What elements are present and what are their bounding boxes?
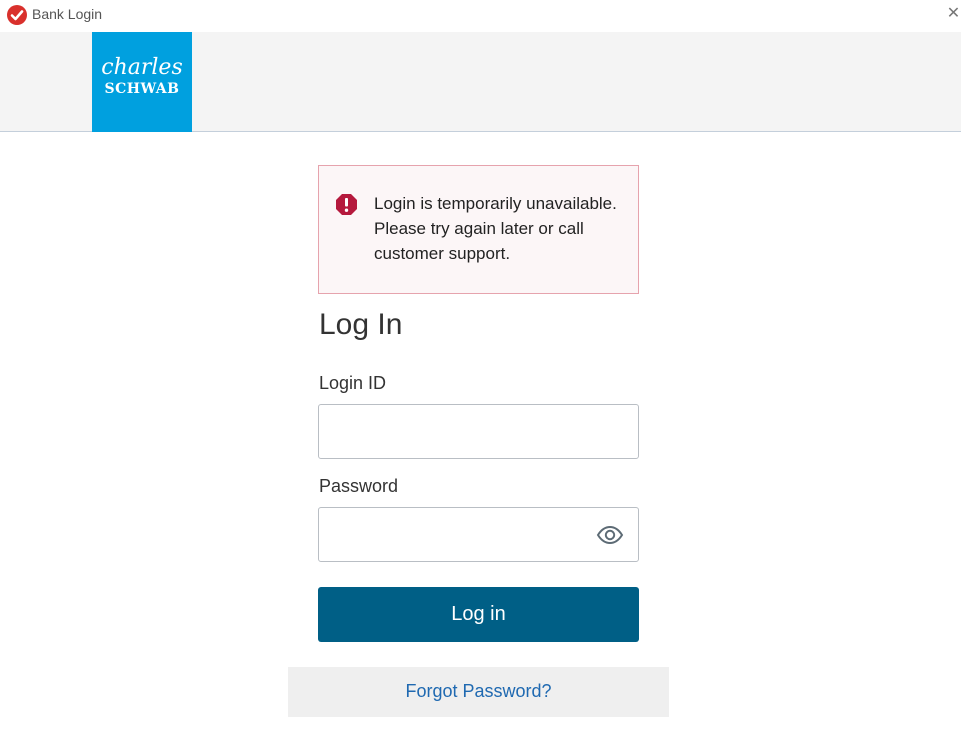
forgot-password-link[interactable]: Forgot Password? [288,681,669,702]
window-title: Bank Login [32,6,103,22]
window-titlebar: Bank Login ✕ [0,0,961,31]
alert-message: Login is temporarily unavailable. Please… [374,194,617,263]
logo-text-schwab: SCHWAB [104,81,180,97]
charles-schwab-logo: charles SCHWAB [92,32,192,132]
logo-text-charles: charles [101,55,183,80]
password-label: Password [319,476,399,496]
log-in-button[interactable]: Log in [318,587,639,642]
password-input[interactable] [318,507,639,562]
forgot-password-bar: Forgot Password? [288,667,669,717]
login-id-input[interactable] [318,404,639,459]
page-title: Log In [319,308,403,341]
page-header: charles SCHWAB [0,32,961,132]
exclamation-icon [335,193,358,216]
close-icon[interactable]: ✕ [946,3,961,25]
checkmark-icon [7,5,27,25]
error-alert: Login is temporarily unavailable. Please… [318,165,639,294]
eye-icon[interactable] [596,524,624,546]
login-id-label: Login ID [319,373,387,393]
